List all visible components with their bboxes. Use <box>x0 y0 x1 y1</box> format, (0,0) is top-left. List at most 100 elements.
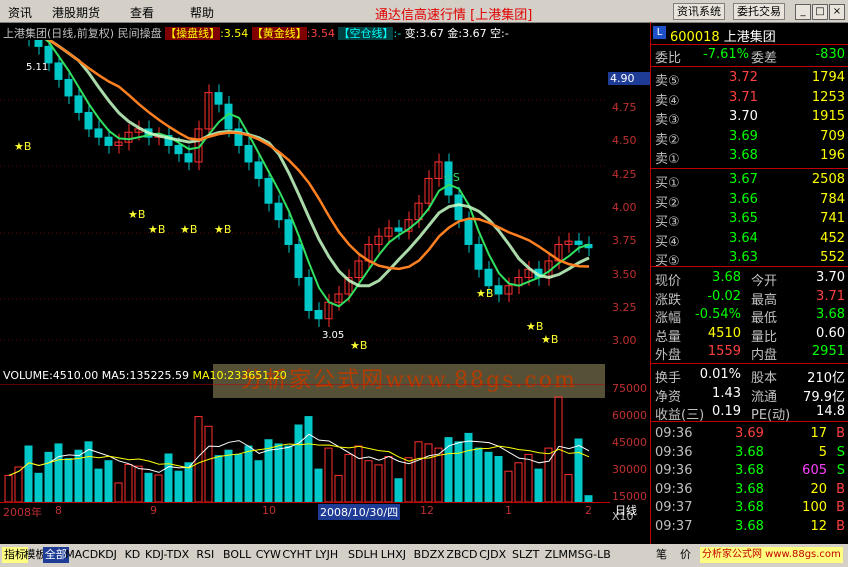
volume-bar <box>64 458 73 502</box>
marker-b4: ★B <box>180 223 197 236</box>
menu-help[interactable]: 帮助 <box>190 4 214 21</box>
volume-label: VOLUME:4510.00 <box>3 369 99 382</box>
stat-value: 2951 <box>811 344 845 359</box>
indicator-op-label: 【操盘线】 <box>165 27 221 40</box>
candle-body <box>394 227 403 232</box>
tick-row: 09:36 3.68 20 B <box>651 481 848 499</box>
order-volume: 2508 <box>811 172 845 187</box>
indicator-tab[interactable]: LYJH <box>313 547 340 563</box>
volume-bar <box>284 445 293 502</box>
order-price: 3.63 <box>729 250 758 265</box>
volume-title-row: VOLUME:4510.00 MA5:135225.59 MA10:233651… <box>3 369 287 382</box>
indicator-tab[interactable]: RSI <box>194 547 216 563</box>
weicha-label: 委差 <box>751 51 778 66</box>
order-label: 买④ <box>655 234 680 250</box>
volume-bar <box>144 472 153 502</box>
indicator-tab[interactable]: LHXJ <box>379 547 408 563</box>
candle-body <box>254 161 263 179</box>
info-system-button[interactable]: 资讯系统 <box>673 3 725 20</box>
tick-price: 3.69 <box>735 426 764 441</box>
indicator-tab[interactable]: CJDX <box>477 547 508 563</box>
indicator-tab[interactable]: BDZX <box>412 547 447 563</box>
order-volume: 1794 <box>811 70 845 85</box>
candle-body <box>474 243 483 270</box>
stat-value: 3.68 <box>712 270 741 285</box>
volume-bar <box>404 457 413 502</box>
indicator-tab[interactable]: CYW <box>254 547 283 563</box>
volume-bar <box>164 453 173 502</box>
tick-time: 09:36 <box>655 444 693 460</box>
panel-tab[interactable]: 价 <box>678 547 693 563</box>
app-title: 通达信高速行情 [上港集团] <box>375 8 533 23</box>
indicator-tab[interactable]: SG-LB <box>576 547 613 563</box>
volume-bar <box>234 453 243 502</box>
stat-row: 涨跌 -0.02 最高 3.71 <box>651 288 848 308</box>
volume-bar <box>334 474 343 502</box>
volume-bar <box>454 441 463 502</box>
candle-body <box>284 219 293 245</box>
order-price: 3.66 <box>729 191 758 207</box>
tick-price: 3.68 <box>735 444 764 460</box>
tick-volume: 100 <box>802 500 827 515</box>
marker-s1: ☆S <box>443 171 460 184</box>
price-tick: 4.00 <box>612 201 637 214</box>
stat-row: 外盘 1559 内盘 2951 <box>651 343 848 363</box>
indicator-tab[interactable]: SDLH <box>346 547 380 563</box>
buy-row: 买③ 3.65 741 <box>651 210 848 230</box>
marker-b2: ★B <box>128 208 145 221</box>
order-label: 卖② <box>655 132 680 148</box>
volume-bar <box>564 474 573 502</box>
volume-bar <box>324 447 333 502</box>
tick-volume: 605 <box>802 463 827 478</box>
tick-row: 09:37 3.68 100 B <box>651 499 848 517</box>
volume-bar <box>424 443 433 502</box>
fin-value: 79.9亿 <box>803 389 845 405</box>
fin-value: 14.8 <box>816 404 845 419</box>
trade-button[interactable]: 委托交易 <box>733 3 785 20</box>
indicator-tab[interactable]: SLZT <box>510 547 541 563</box>
stat-label: 今开 <box>751 274 778 289</box>
order-price: 3.65 <box>729 211 758 226</box>
close-icon[interactable]: × <box>829 4 845 20</box>
order-volume: 709 <box>820 128 845 144</box>
stat-label: 涨幅 <box>655 311 682 326</box>
stat-value: -0.54% <box>695 307 741 322</box>
indicator-tab[interactable]: MACD <box>63 547 100 563</box>
indicator-tab[interactable]: CYHT <box>280 547 313 563</box>
fin-row: 净资 1.43 流通 79.9亿 <box>651 385 848 405</box>
weibi-label: 委比 <box>655 51 682 66</box>
price-tick: 3.75 <box>612 234 637 247</box>
order-volume: 452 <box>820 230 845 246</box>
candles-group <box>28 40 593 327</box>
indicator-tab[interactable]: KDJ-TDX <box>143 547 191 563</box>
x-label: 10 <box>262 504 276 517</box>
candle-body <box>84 111 93 130</box>
volume-bar <box>224 449 233 502</box>
tick-side: B <box>836 500 845 515</box>
volume-bar <box>4 474 13 502</box>
menu-hk-futures[interactable]: 港股期货 <box>52 4 100 21</box>
chart-area[interactable]: 上港集团(日线,前复权) 民间操盘 【操盘线】:3.54 【黄金线】:3.54 … <box>0 22 650 544</box>
marker-b7: ★B <box>476 287 493 300</box>
menu-view[interactable]: 查看 <box>130 4 154 21</box>
stock-code: 600018 <box>670 30 720 45</box>
indicator-tab[interactable]: BOLL <box>221 547 253 563</box>
buy-row: 买⑤ 3.63 552 <box>651 249 848 269</box>
candle-body <box>214 92 223 105</box>
indicator-tab[interactable]: KDJ <box>96 547 119 563</box>
panel-tab[interactable]: 笔 <box>654 547 669 563</box>
site-label[interactable]: 分析家公式网 www.88gs.com <box>700 547 843 563</box>
tick-price: 3.68 <box>735 481 764 497</box>
stat-label: 外盘 <box>655 348 682 363</box>
maximize-icon[interactable]: □ <box>812 4 828 20</box>
indicator-tab[interactable]: KD <box>123 547 143 563</box>
stat-label: 涨跌 <box>655 292 682 308</box>
candle-body <box>244 144 253 163</box>
indicator-tab[interactable]: ZLMM <box>543 547 580 563</box>
buy-row: 买④ 3.64 452 <box>651 230 848 250</box>
candle-body <box>274 202 283 221</box>
menu-info[interactable]: 资讯 <box>8 4 32 21</box>
minimize-icon[interactable]: _ <box>795 4 811 20</box>
x-label: 12 <box>420 504 434 517</box>
indicator-tab[interactable]: ZBCD <box>444 547 479 563</box>
